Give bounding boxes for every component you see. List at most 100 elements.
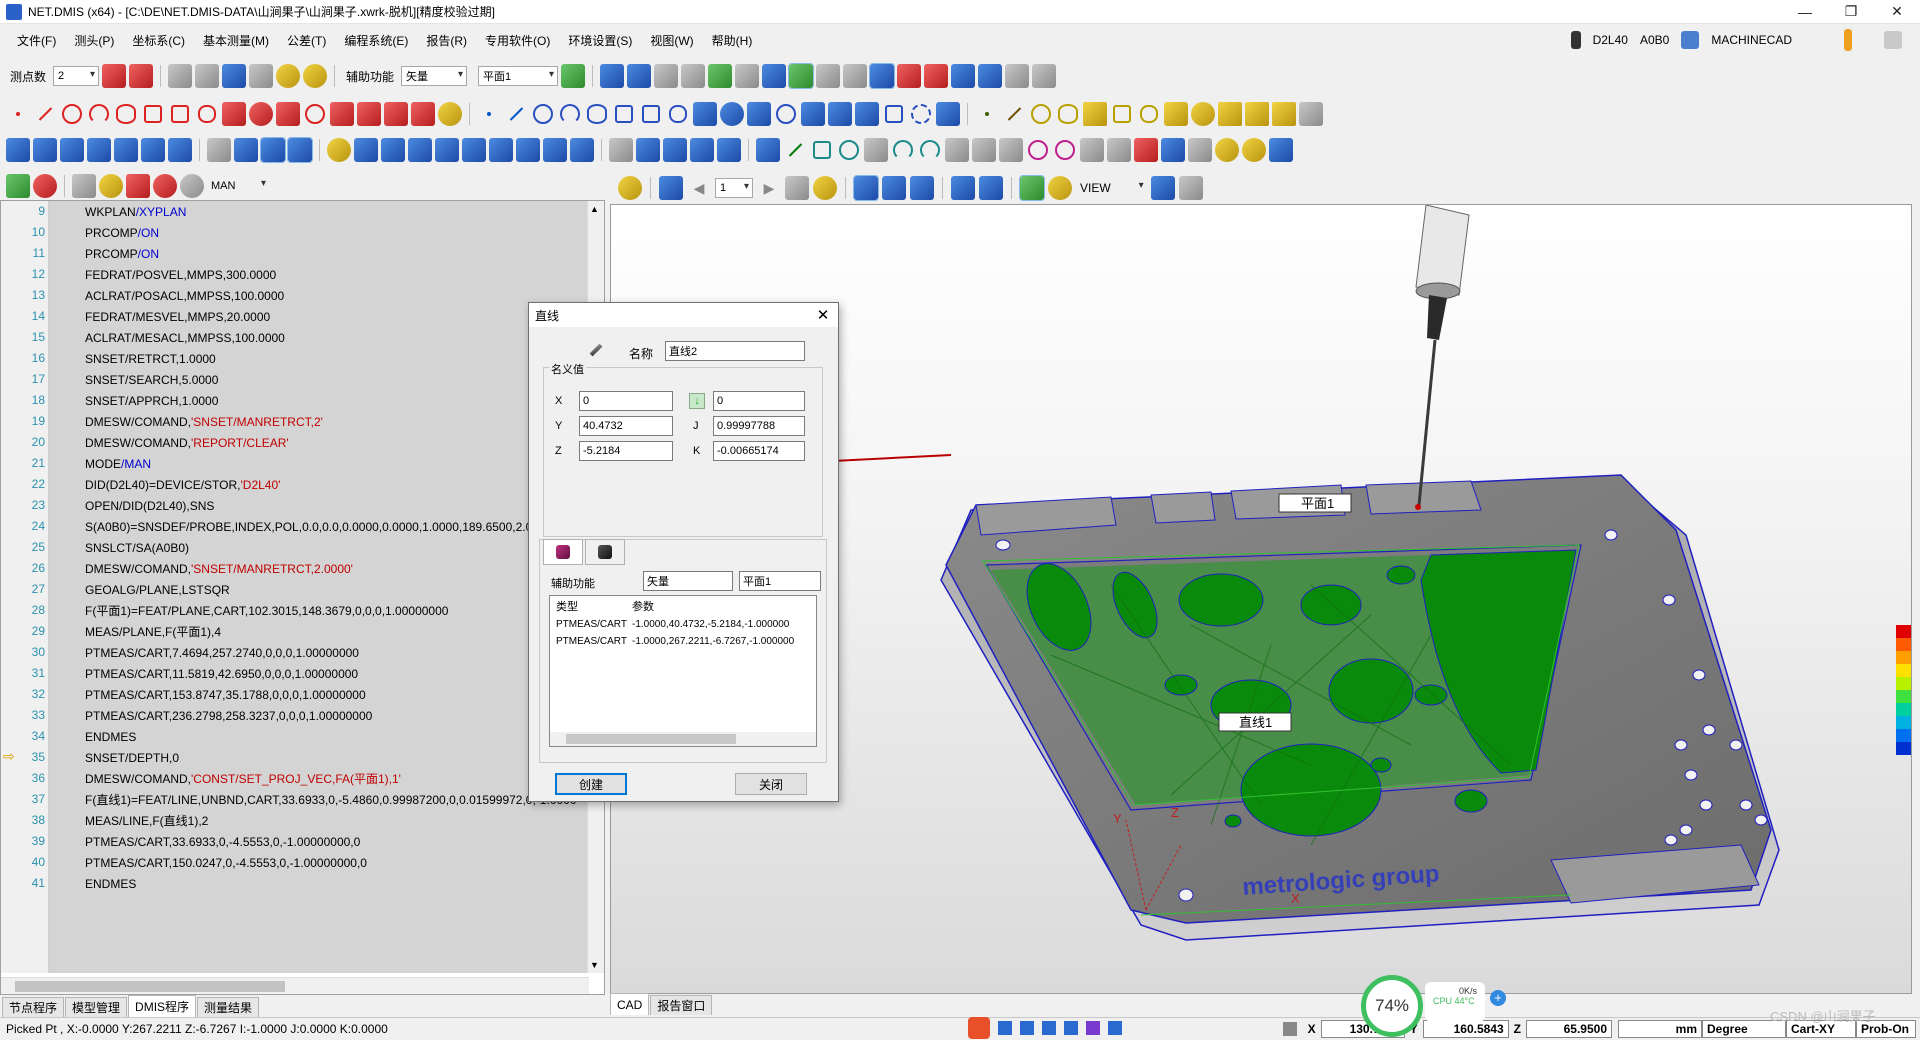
torus-feature-icon[interactable] [305, 104, 325, 124]
construct-sphere-icon[interactable] [720, 102, 744, 126]
snap-icon[interactable] [897, 64, 922, 88]
color-map-icon[interactable] [1019, 175, 1045, 201]
cancel-icon[interactable] [153, 174, 177, 198]
code-line[interactable]: ACLRAT/MESACL,MMPSS,100.0000 [49, 327, 589, 348]
cad-pattern-icon[interactable] [1272, 102, 1296, 126]
ellipse-feature-icon[interactable] [116, 104, 136, 124]
ime-logo-icon[interactable] [968, 1017, 990, 1039]
tab-measurement-results[interactable]: 测量结果 [197, 997, 260, 1017]
code-line[interactable]: DMESW/COMAND, 'REPORT/CLEAR' [49, 432, 589, 453]
path-icon[interactable] [168, 64, 193, 88]
scroll-down-icon[interactable]: ▼ [590, 960, 599, 970]
dialog-close-button[interactable]: 关闭 [735, 773, 807, 795]
code-line[interactable]: PTMEAS/CART,236.2798,258.3237,0,0,0,1.00… [49, 705, 589, 726]
code-line[interactable]: DMESW/COMAND, 'CONST/SET_PROJ_VEC,FA(平面1)… [49, 768, 589, 789]
auto-wedge-icon[interactable] [408, 138, 432, 162]
report-icon[interactable] [327, 138, 351, 162]
vector-flip-icon[interactable]: ↓ [689, 393, 705, 409]
construct-cone-icon[interactable] [747, 102, 771, 126]
points-count-input[interactable]: 2 [53, 66, 100, 86]
dim-view-icon[interactable] [951, 176, 975, 200]
menu-report[interactable]: 报告(R) [417, 32, 476, 49]
save-image-icon[interactable] [1150, 176, 1175, 200]
construct-box-icon[interactable] [885, 105, 903, 123]
construct-circle-icon[interactable] [533, 104, 553, 124]
page-tools-icon[interactable] [813, 176, 837, 200]
ime-lang-icon[interactable] [998, 1021, 1012, 1035]
unit-field[interactable]: mm [1618, 1020, 1702, 1038]
tab-tools[interactable] [585, 539, 625, 565]
rotate-icon[interactable] [708, 64, 733, 88]
dialog-close-icon[interactable]: ✕ [808, 306, 838, 324]
menu-basic-measure[interactable]: 基本测量(M) [194, 32, 278, 49]
next-page-icon[interactable]: ▶ [757, 176, 781, 200]
construct-ellipse-icon[interactable] [587, 104, 607, 124]
code-line[interactable]: S(A0B0)=SNSDEF/PROBE,INDEX,POL,0.0,0.0,0… [49, 516, 589, 537]
grid-view-icon[interactable] [910, 176, 934, 200]
cone-feature-icon[interactable] [276, 102, 300, 126]
perpendicularity-icon[interactable] [972, 138, 996, 162]
save-alignment-icon[interactable] [287, 137, 313, 163]
list-row[interactable]: PTMEAS/CART -1.0000,40.4732,-5.2184,-1.0… [550, 616, 816, 633]
code-line[interactable]: PRCOMP/ON [49, 243, 589, 264]
angularity-icon[interactable] [999, 138, 1023, 162]
measure-point-list[interactable]: 类型 参数 PTMEAS/CART -1.0000,40.4732,-5.218… [549, 595, 817, 747]
best-fit-icon[interactable] [60, 138, 84, 162]
grid-icon[interactable] [561, 64, 586, 88]
k-input[interactable]: -0.00665174 [713, 441, 805, 461]
copy-icon[interactable] [924, 64, 949, 88]
ime-apps-icon[interactable] [1108, 1021, 1122, 1035]
code-line[interactable]: MODE/MAN [49, 453, 589, 474]
xyz-icon[interactable] [222, 64, 247, 88]
symmetry-icon[interactable] [1080, 138, 1104, 162]
concentricity-icon[interactable] [1028, 140, 1048, 160]
menu-special-software[interactable]: 专用软件(O) [476, 32, 559, 49]
angle-point-icon[interactable] [384, 102, 408, 126]
parallelism-icon[interactable] [945, 138, 969, 162]
menu-coordinate[interactable]: 坐标系(C) [123, 32, 194, 49]
dmis-editor[interactable]: WKPLAN/XYPLAN PRCOMP/ON PRCOMP/ON FEDRAT/PO… [0, 200, 605, 995]
scroll-up-icon[interactable]: ▲ [590, 204, 599, 214]
z-input[interactable]: -5.2184 [579, 441, 673, 461]
scroll-thumb[interactable] [15, 981, 285, 992]
aux-function-dialog-select[interactable]: 矢量 [643, 571, 733, 591]
auto-cylinder-icon[interactable] [354, 138, 378, 162]
zoom-icon[interactable] [654, 64, 679, 88]
roundness-icon[interactable] [839, 140, 859, 160]
lock-icon[interactable] [99, 174, 123, 198]
path-feature-icon[interactable] [438, 102, 462, 126]
chart-icon[interactable] [1269, 138, 1293, 162]
code-line[interactable]: FEDRAT/MESVEL,MMPS,20.0000 [49, 306, 589, 327]
code-line[interactable]: OPEN/DID(D2L40),SNS [49, 495, 589, 516]
array-hook-icon[interactable] [717, 138, 741, 162]
construct-plane-icon[interactable] [615, 105, 633, 123]
construct-torus-icon[interactable] [776, 104, 796, 124]
construct-cloud-icon[interactable] [828, 102, 852, 126]
cad-settings-icon[interactable] [618, 176, 642, 200]
cylindricity-icon[interactable] [864, 138, 888, 162]
cylinder-feature-icon[interactable] [222, 102, 246, 126]
label-line1[interactable]: 直线1 [1218, 712, 1292, 732]
zoom-out-icon[interactable] [681, 64, 706, 88]
tab-report-window[interactable]: 报告窗口 [650, 995, 713, 1015]
warning-icon[interactable] [303, 64, 328, 88]
code-line[interactable]: PRCOMP/ON [49, 222, 589, 243]
edge-point-icon[interactable] [357, 102, 381, 126]
label-view-icon[interactable] [882, 176, 906, 200]
probe-head-icon[interactable] [195, 64, 220, 88]
new-page-icon[interactable] [785, 176, 809, 200]
tab-node-program[interactable]: 节点程序 [2, 997, 65, 1017]
menu-view[interactable]: 视图(W) [641, 32, 702, 49]
edit-icon[interactable] [6, 174, 30, 198]
probe-name[interactable]: D2L40 [1593, 33, 1628, 47]
list-icon[interactable] [72, 174, 96, 198]
tab-cad[interactable]: CAD [610, 993, 650, 1015]
cad-rectangle-icon[interactable] [1113, 105, 1131, 123]
plane-feature-icon[interactable] [144, 105, 162, 123]
construct-gear-icon[interactable] [911, 104, 931, 124]
array-icon[interactable] [663, 138, 687, 162]
create-button[interactable]: 创建 [555, 773, 627, 795]
auto-scan-icon[interactable] [570, 138, 594, 162]
construct-point-icon[interactable] [477, 102, 501, 126]
tab-measure-points[interactable] [543, 539, 583, 565]
